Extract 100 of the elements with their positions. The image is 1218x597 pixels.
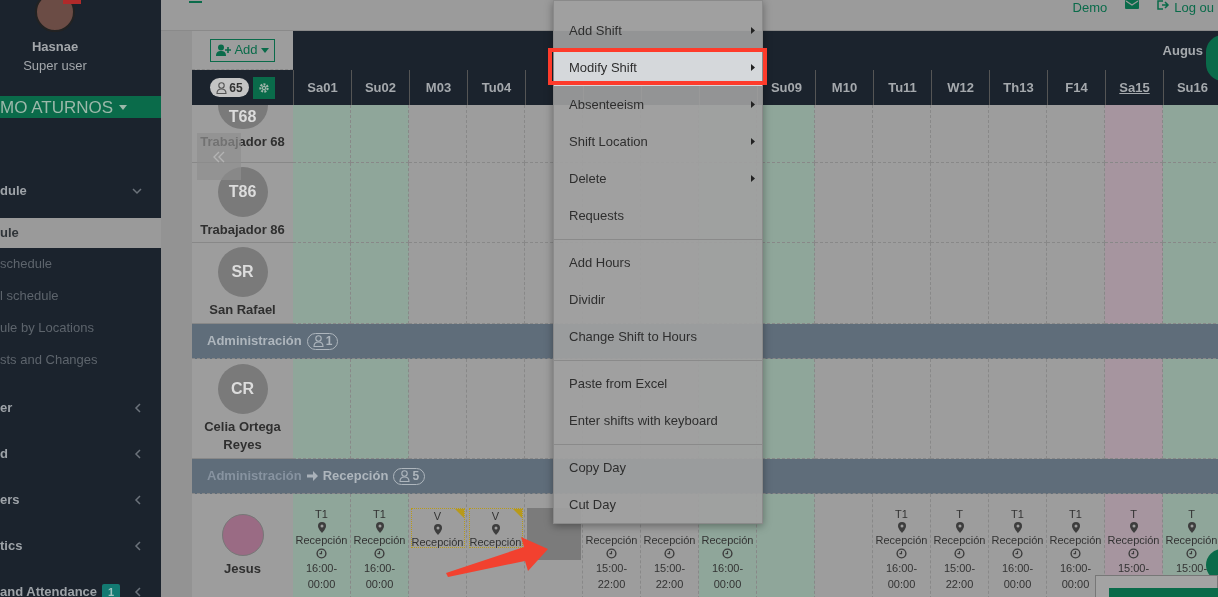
clock-icon [1070,548,1081,559]
clock-icon [954,548,965,559]
settings-icon [257,81,270,94]
day-header: M03 [409,70,467,105]
shift-entry[interactable]: T Recepción 15:00-22:00 [930,508,989,592]
initials-avatar: T68 [217,105,268,129]
shift-location: Recepción [875,534,928,547]
shift-entry[interactable]: T1 Recepción 16:00-00:00 [292,508,351,592]
day-header: Sa15 [1105,70,1163,105]
shift-time: 16:00-00:00 [1000,561,1035,592]
schedule-cell [873,105,931,163]
caret-icon [260,47,269,53]
shift-entry[interactable]: T1 Recepción 16:00-00:00 [988,508,1047,592]
shift-time: 16:00-00:00 [362,561,397,592]
shift-entry[interactable]: T1 Recepción 16:00-00:00 [350,508,409,592]
shift-code: T [1130,508,1137,521]
schedule-cell [1105,105,1163,163]
settings-button[interactable] [252,76,275,99]
day-header: Th13 [989,70,1047,105]
map-pin-icon [1187,522,1196,533]
sidebar-subitem[interactable]: ule [0,218,161,248]
menu-item[interactable]: Copy Day [554,449,762,486]
map-pin-icon [1013,522,1022,533]
shift-time: 16:00-00:00 [710,561,745,592]
shift-time: 16:00-00:00 [1058,561,1093,592]
schedule-cell [351,105,409,163]
day-header: Sa01 [293,70,351,105]
clock-icon [316,548,327,559]
day-header: M10 [815,70,873,105]
sidebar-item[interactable]: ers [0,477,161,523]
employee-name: Trabajador 86 [200,220,285,239]
clock-icon [374,548,385,559]
sidebar-subitem[interactable]: l schedule [0,280,161,312]
sidebar-subitem[interactable]: sts and Changes [0,344,161,376]
day-header: Tu04 [467,70,525,105]
shift-time: 15:00- [1116,561,1151,576]
shift-time: 15:00- [1174,561,1209,576]
shift-code: T [956,508,963,521]
shift-time: 15:00-22:00 [652,561,687,592]
shift-location: Recepción [1049,534,1102,547]
sign-out-icon [1157,0,1172,10]
menu-item[interactable]: Dividir [554,281,762,318]
day-header: Su02 [351,70,409,105]
sidebar-subitem[interactable]: ule by Locations [0,312,161,344]
shift-code: T1 [1011,508,1024,521]
shift-location: Recepción [701,534,754,547]
schedule-cell [989,105,1047,163]
map-pin-icon [491,524,500,535]
shift-code: V [491,510,500,523]
shift-location: Recepción [353,534,406,547]
sidebar-item[interactable]: and Attendance 1 [0,569,161,597]
sidebar-item[interactable]: tics [0,523,161,569]
user-icon [312,335,324,347]
shift-code: T1 [373,508,386,521]
menu-item[interactable]: Enter shifts with keyboard [554,402,762,439]
shift-code: V [433,510,442,523]
company-selector[interactable]: MO ATURNOS [0,96,161,118]
shift-entry[interactable]: T1 Recepción 16:00-00:00 [872,508,931,592]
user-icon [399,470,411,482]
sidebar-subitem[interactable]: schedule [0,248,161,280]
clock-icon [1012,548,1023,559]
schedule-cell [931,105,989,163]
shift-location: Recepción [411,536,464,549]
shift-entry[interactable]: T1 Recepción 16:00-00:00 [1046,508,1105,592]
user-plus-icon [216,44,232,56]
notification-badge [63,0,81,4]
menu-item[interactable]: Shift Location [554,123,762,160]
initials-avatar: CR [217,363,268,414]
schedule-cell [1047,105,1105,163]
menu-item[interactable]: Requests [554,197,762,234]
caret-icon [119,104,128,110]
menu-item[interactable]: Paste from Excel [554,365,762,402]
sidebar-item[interactable]: er [0,385,161,431]
envelope-icon[interactable] [1125,0,1140,9]
menu-item[interactable]: Delete [554,160,762,197]
employee-name: Jesus [224,560,261,578]
user-role: Super user [23,57,87,75]
shift-time: 15:00-22:00 [594,561,629,592]
sidebar-item[interactable]: dule [0,171,161,211]
shift-time: 15:00-22:00 [942,561,977,592]
map-pin-icon [433,524,442,535]
shift-location: Recepción [1165,534,1218,547]
menu-item[interactable]: Change Shift to Hours [554,318,762,355]
schedule-cell [1163,105,1218,163]
count-badge: 1 [101,584,120,597]
initials-avatar: SR [217,247,268,297]
shift-entry[interactable]: T Recepción 15:00- [1162,508,1218,576]
shift-location: Recepción [295,534,348,547]
map-pin-icon [317,522,326,533]
sidebar-item[interactable]: d [0,431,161,477]
schedule-cell [815,105,873,163]
clock-icon [606,548,617,559]
arrow-right-icon [306,471,318,481]
shift-entry[interactable]: T Recepción 15:00- [1104,508,1163,576]
shift-location: Recepción [643,534,696,547]
day-header: W12 [931,70,989,105]
shift-location: Recepción [585,534,638,547]
menu-item[interactable]: Add Hours [554,244,762,281]
user-icon [216,81,228,94]
clock-icon [896,548,907,559]
